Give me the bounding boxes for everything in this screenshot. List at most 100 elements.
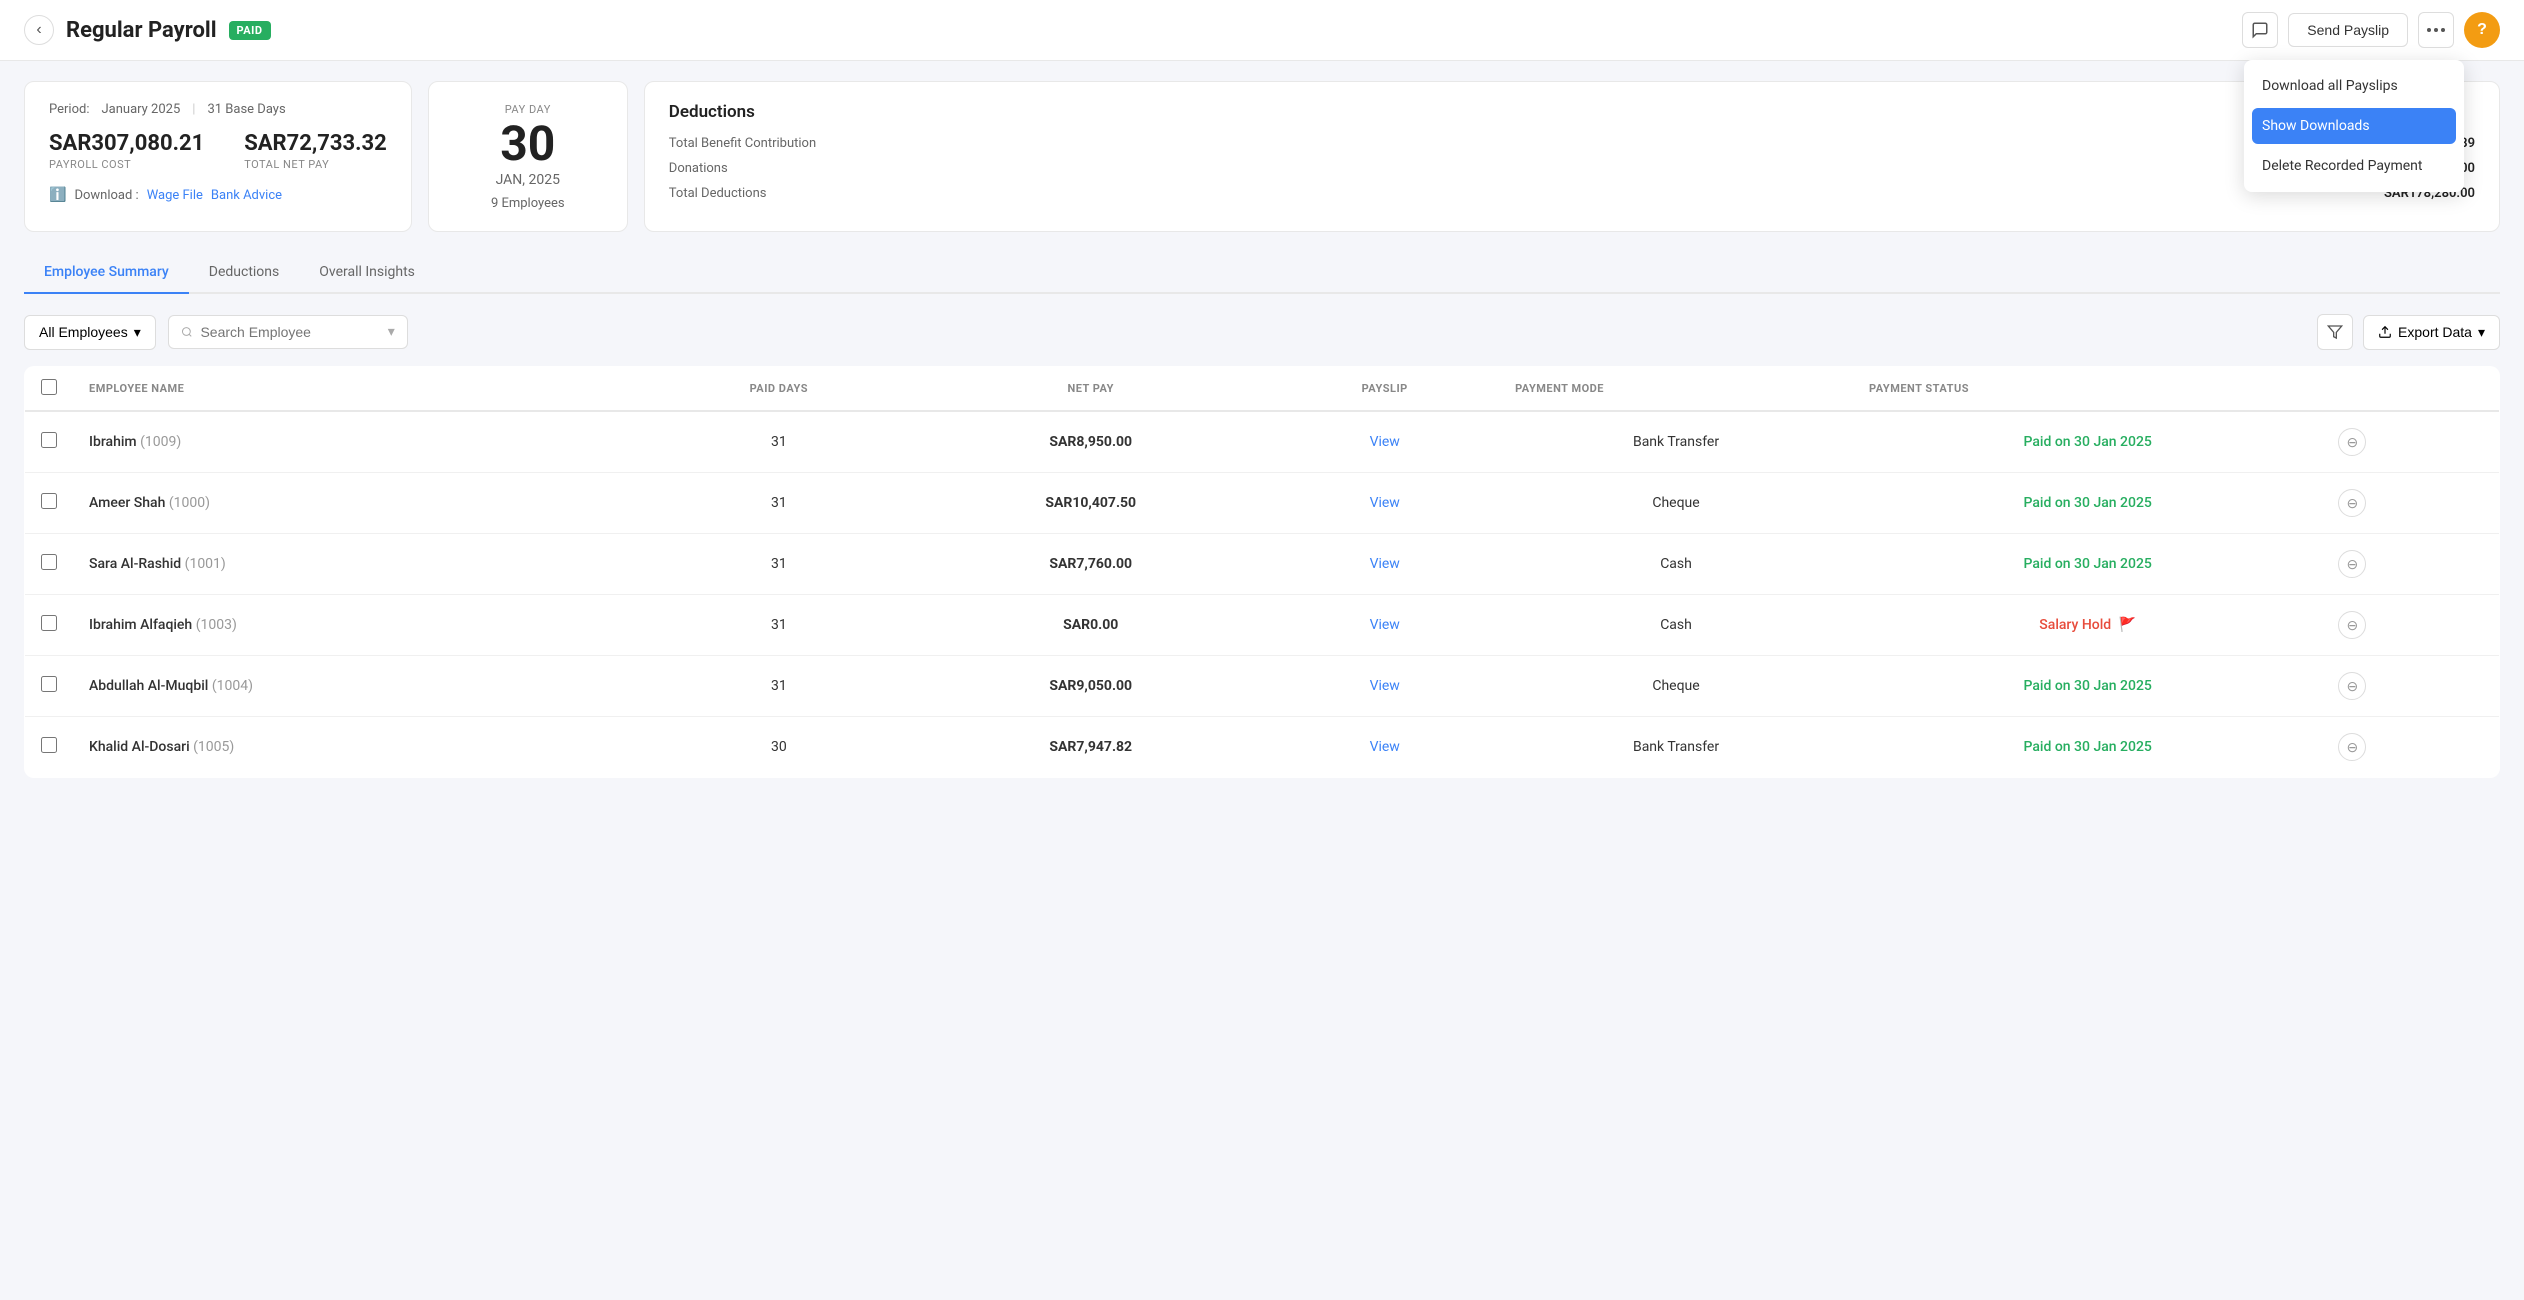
employee-id: (1001) [185,556,226,572]
employee-id: (1000) [169,495,210,511]
row-checkbox[interactable] [41,737,57,753]
bank-advice-link[interactable]: Bank Advice [211,188,282,203]
employee-id: (1003) [196,617,237,633]
row-checkbox-cell [25,717,74,778]
period-row: Period: January 2025 | 31 Base Days [49,102,387,117]
back-button[interactable]: ‹ [24,15,54,45]
top-bar-left: ‹ Regular Payroll PAID [24,15,271,45]
period-value: January 2025 [101,102,180,117]
select-all-checkbox[interactable] [41,379,57,395]
all-employees-label: All Employees [39,324,128,340]
employee-name: Ibrahim [89,434,137,450]
deduction-row: Total DeductionsSAR178,280.00 [669,186,2475,201]
row-checkbox[interactable] [41,615,57,631]
view-payslip-link[interactable]: View [1370,495,1400,511]
payment-mode-cell: Cash [1499,534,1853,595]
export-chevron-icon: ▾ [2478,324,2485,341]
view-payslip-link[interactable]: View [1370,556,1400,572]
tab-employee-summary[interactable]: Employee Summary [24,252,189,294]
row-menu-cell: ⊖ [2322,411,2499,473]
payday-card: PAY DAY 30 JAN, 2025 9 Employees [428,81,628,232]
period-label: Period: [49,102,89,117]
payday-employees: 9 Employees [491,196,565,211]
more-options-button[interactable] [2418,12,2454,48]
total-net-pay-block: SAR72,733.32 TOTAL NET PAY [244,131,387,171]
payslip-cell: View [1270,656,1499,717]
net-pay-cell: SAR8,950.00 [911,411,1270,473]
row-menu-cell: ⊖ [2322,717,2499,778]
paid-status: Paid on 30 Jan 2025 [2024,434,2152,450]
paid-days-cell: 31 [647,534,912,595]
search-icon [181,325,193,339]
view-payslip-link[interactable]: View [1370,434,1400,450]
col-header-employee-name: EMPLOYEE NAME [73,367,647,412]
employee-name-cell: Ibrahim (1009) [73,411,647,473]
table-row: Sara Al-Rashid (1001) 31 SAR7,760.00 Vie… [25,534,2500,595]
paid-status: Paid on 30 Jan 2025 [2024,678,2152,694]
deduction-row: Total Benefit ContributionSAR56,066.89 [669,136,2475,151]
row-menu-button[interactable]: ⊖ [2338,428,2366,456]
view-payslip-link[interactable]: View [1370,678,1400,694]
deduction-label: Donations [669,161,728,176]
filter-button[interactable] [2317,314,2353,350]
paid-status: Paid on 30 Jan 2025 [2024,495,2152,511]
view-payslip-link[interactable]: View [1370,617,1400,633]
payment-mode-cell: Cheque [1499,656,1853,717]
table-controls: All Employees ▾ ▾ Export Dat [24,314,2500,350]
dropdown-item-download-all[interactable]: Download all Payslips [2244,68,2464,104]
net-pay-cell: SAR7,760.00 [911,534,1270,595]
row-menu-cell: ⊖ [2322,595,2499,656]
amounts-row: SAR307,080.21 PAYROLL COST SAR72,733.32 … [49,131,387,171]
message-button[interactable] [2242,12,2278,48]
row-checkbox[interactable] [41,554,57,570]
all-employees-button[interactable]: All Employees ▾ [24,315,156,350]
col-header-net-pay: NET PAY [911,367,1270,412]
deduction-label: Total Deductions [669,186,767,201]
employee-name-cell: Sara Al-Rashid (1001) [73,534,647,595]
page-title: Regular Payroll [66,18,217,43]
dropdown-item-show-downloads[interactable]: Show Downloads [2252,108,2456,144]
row-menu-button[interactable]: ⊖ [2338,550,2366,578]
total-net-pay-value: SAR72,733.32 [244,131,387,156]
employee-name-cell: Abdullah Al-Muqbil (1004) [73,656,647,717]
search-input[interactable] [200,324,379,340]
summary-row: Period: January 2025 | 31 Base Days SAR3… [24,81,2500,232]
row-checkbox-cell [25,534,74,595]
total-net-pay-label: TOTAL NET PAY [244,158,387,171]
tab-overall-insights[interactable]: Overall Insights [299,252,435,294]
col-header-paid-days: PAID DAYS [647,367,912,412]
export-label: Export Data [2398,324,2472,340]
main-content: Period: January 2025 | 31 Base Days SAR3… [0,61,2524,798]
paid-days-cell: 30 [647,717,912,778]
row-menu-button[interactable]: ⊖ [2338,611,2366,639]
dropdown-item-delete-payment[interactable]: Delete Recorded Payment [2244,148,2464,184]
deductions-rows: Total Benefit ContributionSAR56,066.89 Do… [669,136,2475,201]
export-icon [2378,325,2392,339]
deduction-label: Total Benefit Contribution [669,136,816,151]
row-menu-button[interactable]: ⊖ [2338,672,2366,700]
payday-label: PAY DAY [505,103,551,116]
payment-mode-cell: Bank Transfer [1499,411,1853,473]
help-button[interactable]: ? [2464,12,2500,48]
wage-file-link[interactable]: Wage File [147,188,203,203]
row-checkbox[interactable] [41,493,57,509]
payment-mode-cell: Cheque [1499,473,1853,534]
top-bar: ‹ Regular Payroll PAID Send Payslip ? Do… [0,0,2524,61]
employee-name-cell: Ameer Shah (1000) [73,473,647,534]
payday-number: 30 [500,120,555,168]
row-checkbox[interactable] [41,432,57,448]
paid-days-cell: 31 [647,656,912,717]
tab-deductions[interactable]: Deductions [189,252,299,294]
row-menu-button[interactable]: ⊖ [2338,733,2366,761]
send-payslip-button[interactable]: Send Payslip [2288,13,2408,47]
employee-name: Abdullah Al-Muqbil [89,678,208,694]
export-button[interactable]: Export Data ▾ [2363,315,2500,350]
employee-name: Khalid Al-Dosari [89,739,190,755]
row-checkbox[interactable] [41,676,57,692]
row-checkbox-cell [25,656,74,717]
payday-month: JAN, 2025 [496,172,560,188]
view-payslip-link[interactable]: View [1370,739,1400,755]
download-row: ℹ️ Download : Wage File Bank Advice [49,187,387,203]
row-menu-button[interactable]: ⊖ [2338,489,2366,517]
search-dropdown-icon: ▾ [388,324,395,340]
